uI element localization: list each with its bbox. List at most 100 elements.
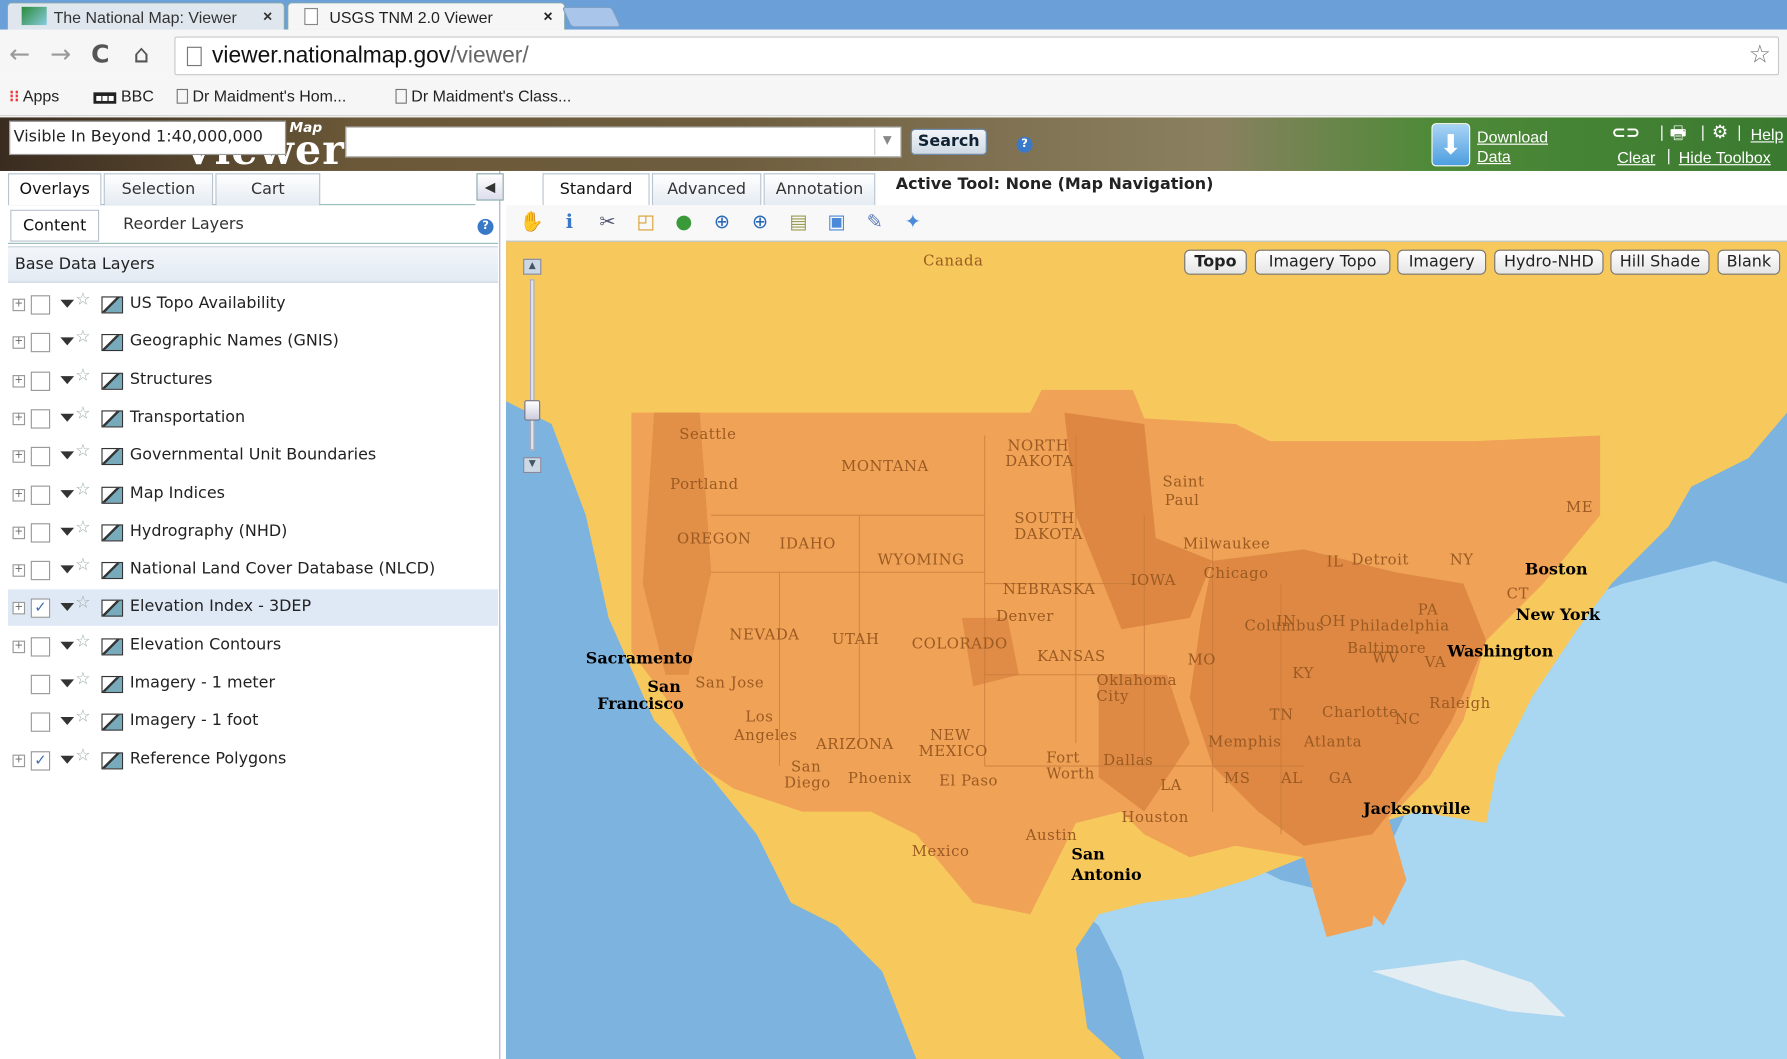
zoom-box-icon[interactable]: ⊕	[749, 211, 772, 234]
layer-checkbox[interactable]	[30, 560, 51, 581]
favorite-star-icon[interactable]: ☆	[75, 554, 90, 575]
search-help-icon[interactable]: ?	[1016, 136, 1033, 153]
subtab-reorder-layers[interactable]: Reorder Layers	[103, 209, 264, 242]
reload-icon[interactable]: C	[91, 41, 109, 69]
basemap-button[interactable]: Imagery	[1397, 249, 1487, 275]
layer-checkbox[interactable]	[30, 295, 51, 315]
bookmark-star-icon[interactable]: ☆	[1749, 40, 1771, 70]
layer-menu-icon[interactable]	[60, 375, 75, 384]
zoom-in-icon[interactable]: ⊕	[711, 211, 734, 234]
url-field[interactable]: viewer.nationalmap.gov/viewer/ ☆	[174, 36, 1780, 76]
favorite-star-icon[interactable]: ☆	[75, 478, 90, 499]
layer-menu-icon[interactable]	[60, 337, 75, 346]
favorite-star-icon[interactable]: ☆	[75, 288, 90, 309]
favorite-star-icon[interactable]: ☆	[75, 364, 90, 385]
favorite-star-icon[interactable]: ☆	[75, 592, 90, 613]
link-icon[interactable]: ⊂⊃	[1612, 122, 1641, 143]
layer-checkbox[interactable]	[30, 674, 51, 695]
tab-standard[interactable]: Standard	[542, 173, 650, 206]
bookmark-maidment-class[interactable]: Dr Maidment's Class...	[395, 87, 571, 105]
tab-annotation[interactable]: Annotation	[763, 173, 876, 206]
favorite-star-icon[interactable]: ☆	[75, 326, 90, 347]
layer-menu-icon[interactable]	[60, 679, 75, 688]
layer-checkbox[interactable]	[30, 485, 51, 505]
layer-row[interactable]: + ☆ US Topo Availability	[8, 286, 498, 322]
layers-icon[interactable]: ▤	[787, 211, 810, 234]
favorite-star-icon[interactable]: ☆	[75, 668, 90, 689]
layer-row[interactable]: + ☆ Transportation	[8, 400, 498, 436]
layer-menu-icon[interactable]	[60, 413, 75, 422]
layer-row[interactable]: + ☆ Governmental Unit Boundaries	[8, 438, 498, 474]
help-link[interactable]: Help	[1751, 125, 1784, 143]
layer-row[interactable]: + ☆ Hydrography (NHD)	[8, 514, 498, 550]
export-icon[interactable]: ▣	[825, 211, 848, 234]
expand-icon[interactable]: +	[12, 450, 26, 464]
browser-tab-national-map[interactable]: The National Map: Viewer ×	[6, 2, 285, 30]
favorite-star-icon[interactable]: ☆	[75, 706, 90, 727]
layer-row[interactable]: + ☆ Elevation Contours	[8, 628, 498, 664]
layer-checkbox[interactable]: ✓	[30, 598, 51, 619]
layer-checkbox[interactable]	[30, 522, 51, 543]
layer-menu-icon[interactable]	[60, 451, 75, 460]
search-dropdown-icon[interactable]: ▼	[874, 128, 899, 156]
clear-link[interactable]: Clear	[1617, 148, 1655, 166]
layer-menu-icon[interactable]	[60, 717, 75, 726]
subtab-content[interactable]: Content	[10, 209, 100, 242]
layer-checkbox[interactable]	[30, 636, 51, 657]
layer-checkbox[interactable]	[30, 371, 51, 391]
forward-icon[interactable]: →	[50, 41, 71, 69]
settings-icon[interactable]: ⚙	[1712, 121, 1728, 143]
expand-icon[interactable]: +	[12, 336, 26, 350]
layer-checkbox[interactable]	[30, 447, 51, 467]
expand-icon[interactable]: +	[12, 754, 26, 767]
layer-row[interactable]: + ☆ Structures	[8, 362, 498, 398]
favorite-star-icon[interactable]: ☆	[75, 402, 90, 423]
map-view[interactable]: Canada Mexico MONTANA NORTH DAKOTA SOUTH DAKOT…	[506, 241, 1787, 1059]
layer-row[interactable]: + ✓ ☆ Elevation Index - 3DEP	[7, 589, 499, 627]
expand-icon[interactable]: +	[12, 564, 26, 577]
tab-selection[interactable]: Selection	[103, 173, 214, 206]
basemap-button[interactable]: Hydro-NHD	[1494, 249, 1604, 275]
basemap-button[interactable]: Topo	[1184, 249, 1247, 275]
tab-overlays[interactable]: Overlays	[7, 173, 102, 206]
close-tab-icon[interactable]: ×	[543, 7, 552, 25]
expand-icon[interactable]: +	[12, 412, 26, 426]
select-icon[interactable]: ◰	[634, 211, 657, 234]
layer-menu-icon[interactable]	[60, 755, 75, 764]
layer-row[interactable]: ☆ Imagery - 1 meter	[8, 666, 498, 702]
tab-advanced[interactable]: Advanced	[651, 173, 762, 206]
layer-menu-icon[interactable]	[60, 527, 75, 536]
layer-checkbox[interactable]	[30, 712, 51, 733]
expand-icon[interactable]: +	[12, 526, 26, 539]
close-tab-icon[interactable]: ×	[263, 7, 272, 25]
layer-checkbox[interactable]: ✓	[30, 750, 51, 771]
search-button[interactable]: Search	[910, 128, 987, 156]
zoom-slider[interactable]: ▲ ▼	[523, 258, 542, 474]
expand-icon[interactable]: +	[12, 298, 26, 312]
favorite-star-icon[interactable]: ☆	[75, 744, 90, 765]
home-icon[interactable]: ⌂	[133, 41, 149, 69]
download-data-link[interactable]: Download	[1477, 128, 1548, 146]
layer-row[interactable]: + ☆ Geographic Names (GNIS)	[8, 324, 498, 360]
favorite-star-icon[interactable]: ☆	[75, 630, 90, 651]
globe-icon[interactable]: ●	[672, 211, 695, 234]
layer-menu-icon[interactable]	[60, 565, 75, 574]
layer-row[interactable]: + ☆ Map Indices	[8, 476, 498, 512]
layer-menu-icon[interactable]	[60, 603, 75, 612]
bookmark-bbc[interactable]: ■■■ BBC	[93, 87, 154, 105]
layer-menu-icon[interactable]	[60, 299, 75, 308]
layer-row[interactable]: + ✓ ☆ Reference Polygons	[8, 742, 498, 778]
collapse-panel-button[interactable]: ◀	[476, 173, 504, 201]
browser-tab-usgs-viewer[interactable]: USGS TNM 2.0 Viewer ×	[287, 2, 566, 30]
print-icon[interactable]: 🖶	[1670, 121, 1687, 152]
expand-icon[interactable]: +	[12, 640, 26, 653]
zoom-out-arrow-icon[interactable]: ▼	[523, 457, 542, 474]
bookmark-apps[interactable]: ⁝⁝ Apps	[9, 87, 59, 106]
favorite-star-icon[interactable]: ☆	[75, 440, 90, 461]
zoom-handle[interactable]	[524, 400, 541, 421]
panel-help-icon[interactable]: ?	[477, 218, 494, 235]
measure-icon[interactable]: ✂	[596, 211, 619, 234]
expand-icon[interactable]: +	[12, 602, 26, 615]
layer-row[interactable]: ☆ Imagery - 1 foot	[8, 704, 498, 740]
download-data-link-line2[interactable]: Data	[1477, 147, 1511, 165]
